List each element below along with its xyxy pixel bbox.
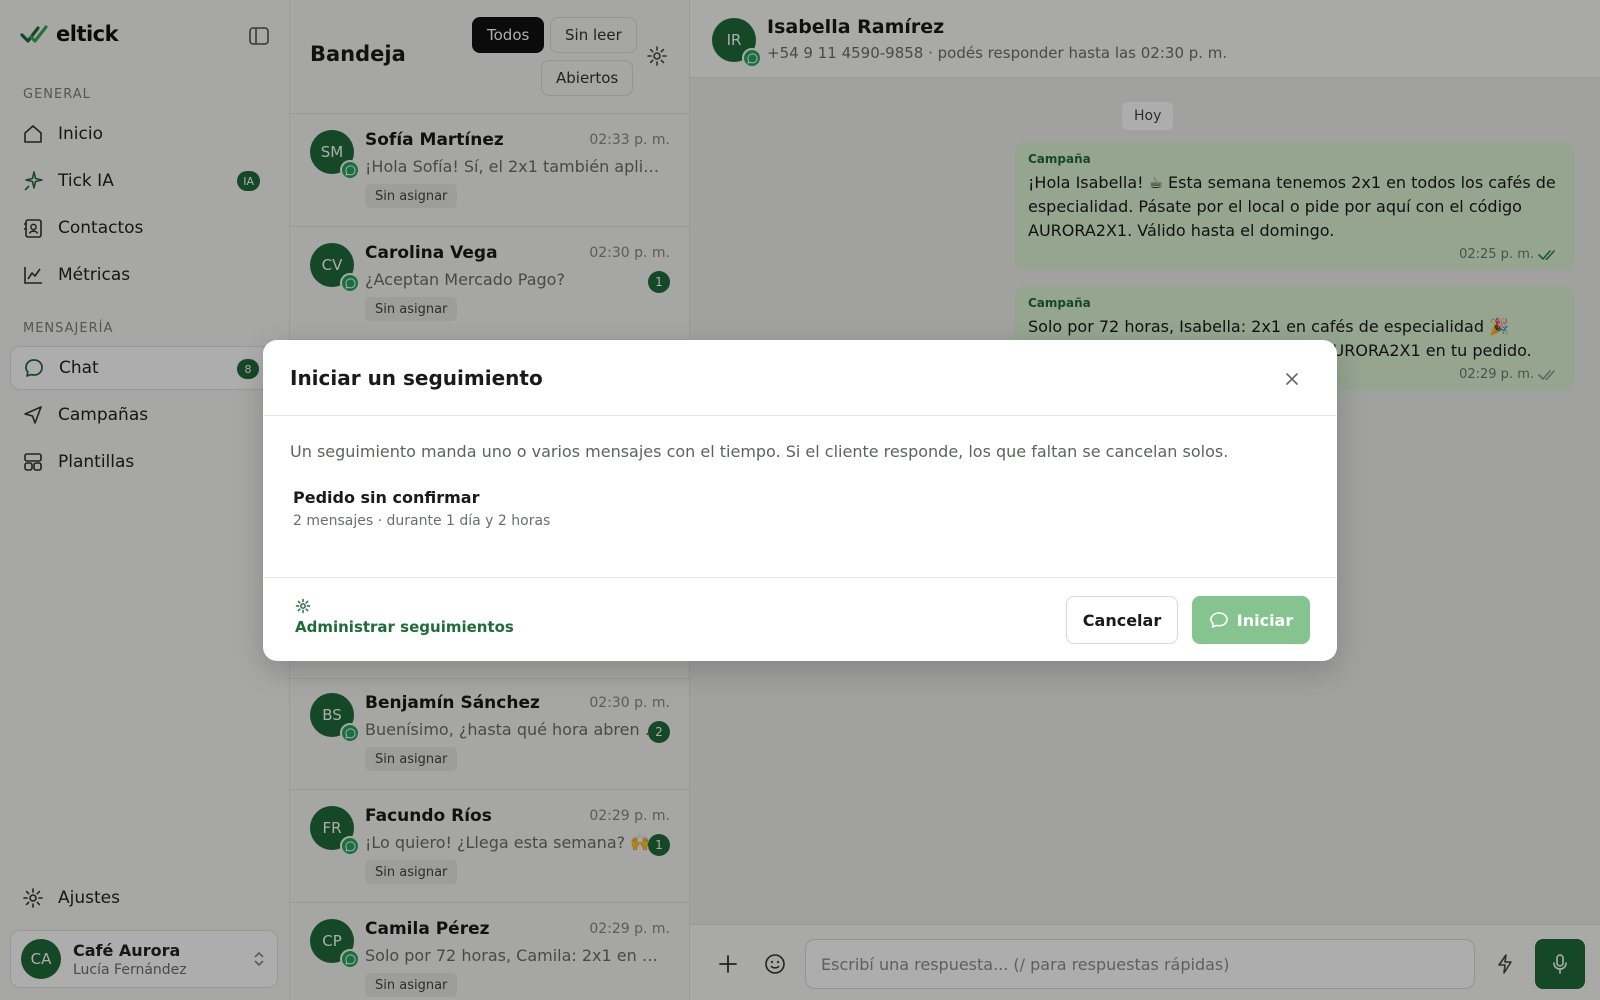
option-title: Pedido sin confirmar bbox=[293, 488, 480, 507]
dialog-title: Iniciar un seguimiento bbox=[290, 366, 543, 390]
follow-up-dialog: Iniciar un seguimiento Un seguimiento ma… bbox=[263, 340, 1337, 661]
chat-bubble-icon bbox=[1209, 611, 1229, 629]
dialog-description: Un seguimiento manda uno o varios mensaj… bbox=[290, 442, 1229, 461]
gear-icon bbox=[295, 598, 514, 614]
start-button[interactable]: Iniciar bbox=[1192, 596, 1310, 644]
start-button-label: Iniciar bbox=[1236, 610, 1294, 630]
dialog-footer: Administrar seguimientos Cancelar Inicia… bbox=[263, 577, 1337, 661]
follow-up-option[interactable]: Pedido sin confirmar 2 mensajes · durant… bbox=[285, 480, 785, 540]
dialog-header: Iniciar un seguimiento bbox=[263, 340, 1337, 416]
manage-link-label: Administrar seguimientos bbox=[295, 618, 514, 636]
option-meta: 2 mensajes · durante 1 día y 2 horas bbox=[293, 513, 551, 529]
cancel-button[interactable]: Cancelar bbox=[1066, 596, 1178, 644]
manage-follow-ups-link[interactable]: Administrar seguimientos bbox=[295, 598, 514, 636]
close-icon[interactable] bbox=[1283, 370, 1301, 388]
